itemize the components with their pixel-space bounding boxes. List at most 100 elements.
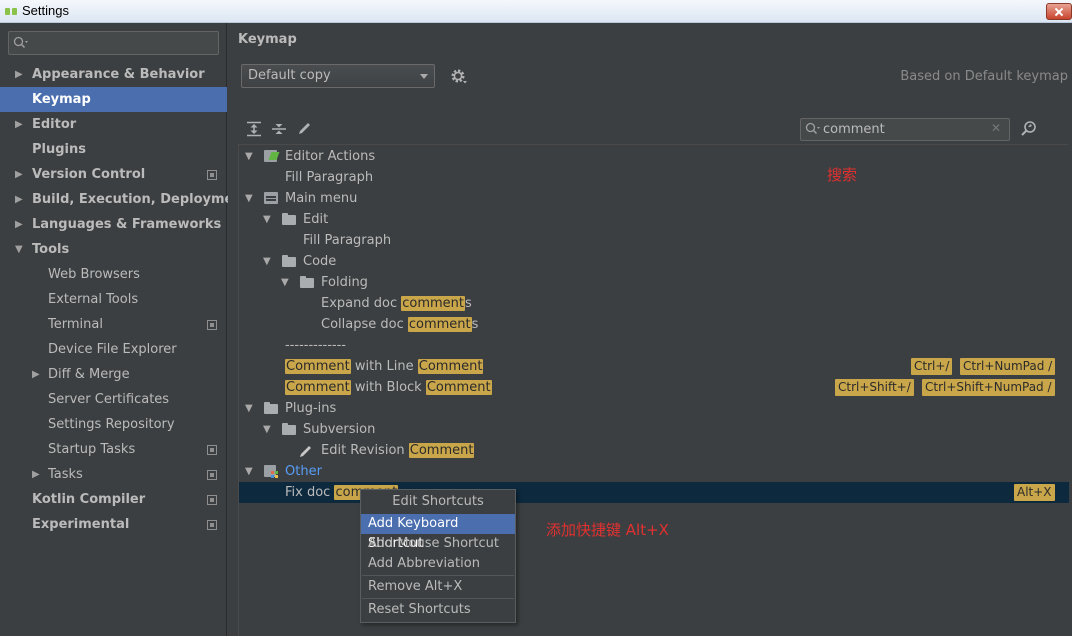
tree-row[interactable]: ▼ Main menu xyxy=(239,188,1069,209)
tree-row[interactable]: ▼ Edit xyxy=(239,209,1069,230)
chevron-down-icon[interactable]: ▼ xyxy=(15,237,23,262)
edit-pencil-icon[interactable] xyxy=(296,121,314,137)
chevron-down-icon[interactable]: ▼ xyxy=(245,146,253,167)
tree-row[interactable]: ▼ Other xyxy=(239,461,1069,482)
search-match-highlight: Comment xyxy=(425,380,492,395)
sidebar-item-languages-frameworks[interactable]: ▶ Languages & Frameworks xyxy=(0,212,227,237)
sidebar-item-version-control[interactable]: ▶ Version Control xyxy=(0,162,227,187)
tree-row[interactable]: Fill Paragraph xyxy=(239,167,1069,188)
tree-row[interactable]: ▼ Plug-ins xyxy=(239,398,1069,419)
project-level-icon xyxy=(207,470,217,480)
chevron-down-icon[interactable]: ▼ xyxy=(281,272,289,293)
tree-row[interactable]: Collapse doc comments xyxy=(239,314,1069,335)
chevron-down-icon[interactable]: ▼ xyxy=(263,251,271,272)
sidebar-item-startup-tasks[interactable]: Startup Tasks xyxy=(0,437,227,462)
sidebar-item-terminal[interactable]: Terminal xyxy=(0,312,227,337)
tree-row[interactable]: ▼ Editor Actions xyxy=(239,146,1069,167)
sidebar-item-settings-repository[interactable]: Settings Repository xyxy=(0,412,227,437)
sidebar-item-label: Experimental xyxy=(32,517,130,532)
tree-row-label: Fill Paragraph xyxy=(303,233,392,248)
sidebar-item-label: Diff & Merge xyxy=(48,367,130,382)
chevron-down-icon[interactable]: ▼ xyxy=(245,188,253,209)
tree-row-label: Folding xyxy=(321,275,368,290)
tree-row[interactable]: Comment with Block Comment Ctrl+Shift+Num… xyxy=(239,377,1069,398)
search-icon xyxy=(805,122,820,135)
search-match-highlight: Comment xyxy=(408,443,475,458)
clear-icon[interactable]: ✕ xyxy=(991,121,1001,135)
menu-item-reset-shortcuts[interactable]: Reset Shortcuts xyxy=(361,600,515,620)
sidebar-item-kotlin-compiler[interactable]: Kotlin Compiler xyxy=(0,487,227,512)
close-button[interactable] xyxy=(1046,3,1072,20)
tree-row[interactable]: Edit Revision Comment xyxy=(239,440,1069,461)
sidebar-item-server-certificates[interactable]: Server Certificates xyxy=(0,387,227,412)
settings-search-input[interactable] xyxy=(8,31,219,55)
sidebar-item-tasks[interactable]: ▶ Tasks xyxy=(0,462,227,487)
action-search-value: comment xyxy=(823,122,885,137)
sidebar-item-appearance-behavior[interactable]: ▶ Appearance & Behavior xyxy=(0,62,227,87)
tree-row[interactable]: Expand doc comments xyxy=(239,293,1069,314)
expand-all-icon[interactable] xyxy=(245,121,263,137)
annotation-add-shortcut: 添加快捷键 Alt+X xyxy=(546,521,669,539)
tree-row[interactable]: ▼ Folding xyxy=(239,272,1069,293)
gear-icon[interactable] xyxy=(450,68,468,86)
action-search-input[interactable]: comment ✕ xyxy=(800,118,1010,141)
tree-row[interactable]: Fill Paragraph xyxy=(239,230,1069,251)
sidebar-item-experimental[interactable]: Experimental xyxy=(0,512,227,537)
tree-row-label: ------------- xyxy=(285,338,346,353)
search-match-highlight: comment xyxy=(401,296,465,311)
pencil-icon xyxy=(299,444,314,457)
shortcut-badge: Ctrl+/ xyxy=(911,358,953,375)
sidebar-item-keymap[interactable]: Keymap xyxy=(0,87,227,112)
chevron-right-icon[interactable]: ▶ xyxy=(15,212,23,237)
sidebar-item-plugins[interactable]: Plugins xyxy=(0,137,227,162)
chevron-down-icon[interactable]: ▼ xyxy=(263,209,271,230)
sidebar-item-tools[interactable]: ▼ Tools xyxy=(0,237,227,262)
sidebar-item-label: Version Control xyxy=(32,167,146,182)
tree-row-label: Edit xyxy=(303,212,329,227)
tree-row-label: Subversion xyxy=(303,422,376,437)
project-level-icon xyxy=(207,170,217,180)
sidebar-item-device-file-explorer[interactable]: Device File Explorer xyxy=(0,337,227,362)
tree-row-label: Comment with Line Comment xyxy=(285,359,484,374)
tree-row[interactable]: ------------- xyxy=(239,335,1069,356)
tree-row[interactable]: ▼ Subversion xyxy=(239,419,1069,440)
tree-row-label: Fill Paragraph xyxy=(285,170,374,185)
menu-item-remove-alt-x[interactable]: Remove Alt+X xyxy=(361,577,515,597)
find-by-shortcut-icon[interactable] xyxy=(1020,120,1038,138)
chevron-down-icon[interactable]: ▼ xyxy=(245,461,253,482)
tree-row[interactable]: ▼ Code xyxy=(239,251,1069,272)
chevron-right-icon[interactable]: ▶ xyxy=(32,362,40,387)
tree-row[interactable]: Comment with Line Comment Ctrl+NumPad / Ct… xyxy=(239,356,1069,377)
sidebar-item-editor[interactable]: ▶ Editor xyxy=(0,112,227,137)
search-match-highlight: Comment xyxy=(417,359,484,374)
sidebar-item-external-tools[interactable]: External Tools xyxy=(0,287,227,312)
sidebar-item-build-execution-deployment[interactable]: ▶ Build, Execution, Deployment xyxy=(0,187,249,212)
keymap-scheme-select[interactable]: Default copy xyxy=(241,64,435,88)
settings-tree: ▶ Appearance & Behavior Keymap ▶ Editor Plugi… xyxy=(0,62,249,537)
sidebar-item-label: Keymap xyxy=(32,92,91,107)
chevron-right-icon[interactable]: ▶ xyxy=(15,112,23,137)
chevron-right-icon[interactable]: ▶ xyxy=(15,162,23,187)
tree-row-label: Collapse doc comments xyxy=(321,317,479,332)
chevron-right-icon[interactable]: ▶ xyxy=(32,462,40,487)
sidebar-item-diff-merge[interactable]: ▶ Diff & Merge xyxy=(0,362,227,387)
chevron-down-icon[interactable]: ▼ xyxy=(263,419,271,440)
menu-item-add-abbreviation[interactable]: Add Abbreviation xyxy=(361,554,515,574)
project-level-icon xyxy=(207,445,217,455)
project-level-icon xyxy=(207,320,217,330)
sidebar-item-label: Tools xyxy=(32,242,70,257)
menu-item-add-mouse-shortcut[interactable]: Add Mouse Shortcut xyxy=(361,534,515,554)
collapse-all-icon[interactable] xyxy=(270,121,288,137)
other-icon xyxy=(264,465,279,478)
shortcut-badge: Ctrl+Shift+NumPad / xyxy=(922,379,1055,396)
chevron-right-icon[interactable]: ▶ xyxy=(15,187,23,212)
tree-row-label: Plug-ins xyxy=(285,401,337,416)
folder-icon xyxy=(264,402,279,415)
folder-icon xyxy=(282,255,297,268)
chevron-right-icon[interactable]: ▶ xyxy=(15,62,23,87)
sidebar-item-web-browsers[interactable]: Web Browsers xyxy=(0,262,227,287)
chevron-down-icon[interactable]: ▼ xyxy=(245,398,253,419)
sidebar-item-label: Languages & Frameworks xyxy=(32,217,222,232)
editor-actions-icon xyxy=(264,150,279,163)
menu-item-add-keyboard-shortcut[interactable]: Add Keyboard Shortcut xyxy=(361,514,515,551)
